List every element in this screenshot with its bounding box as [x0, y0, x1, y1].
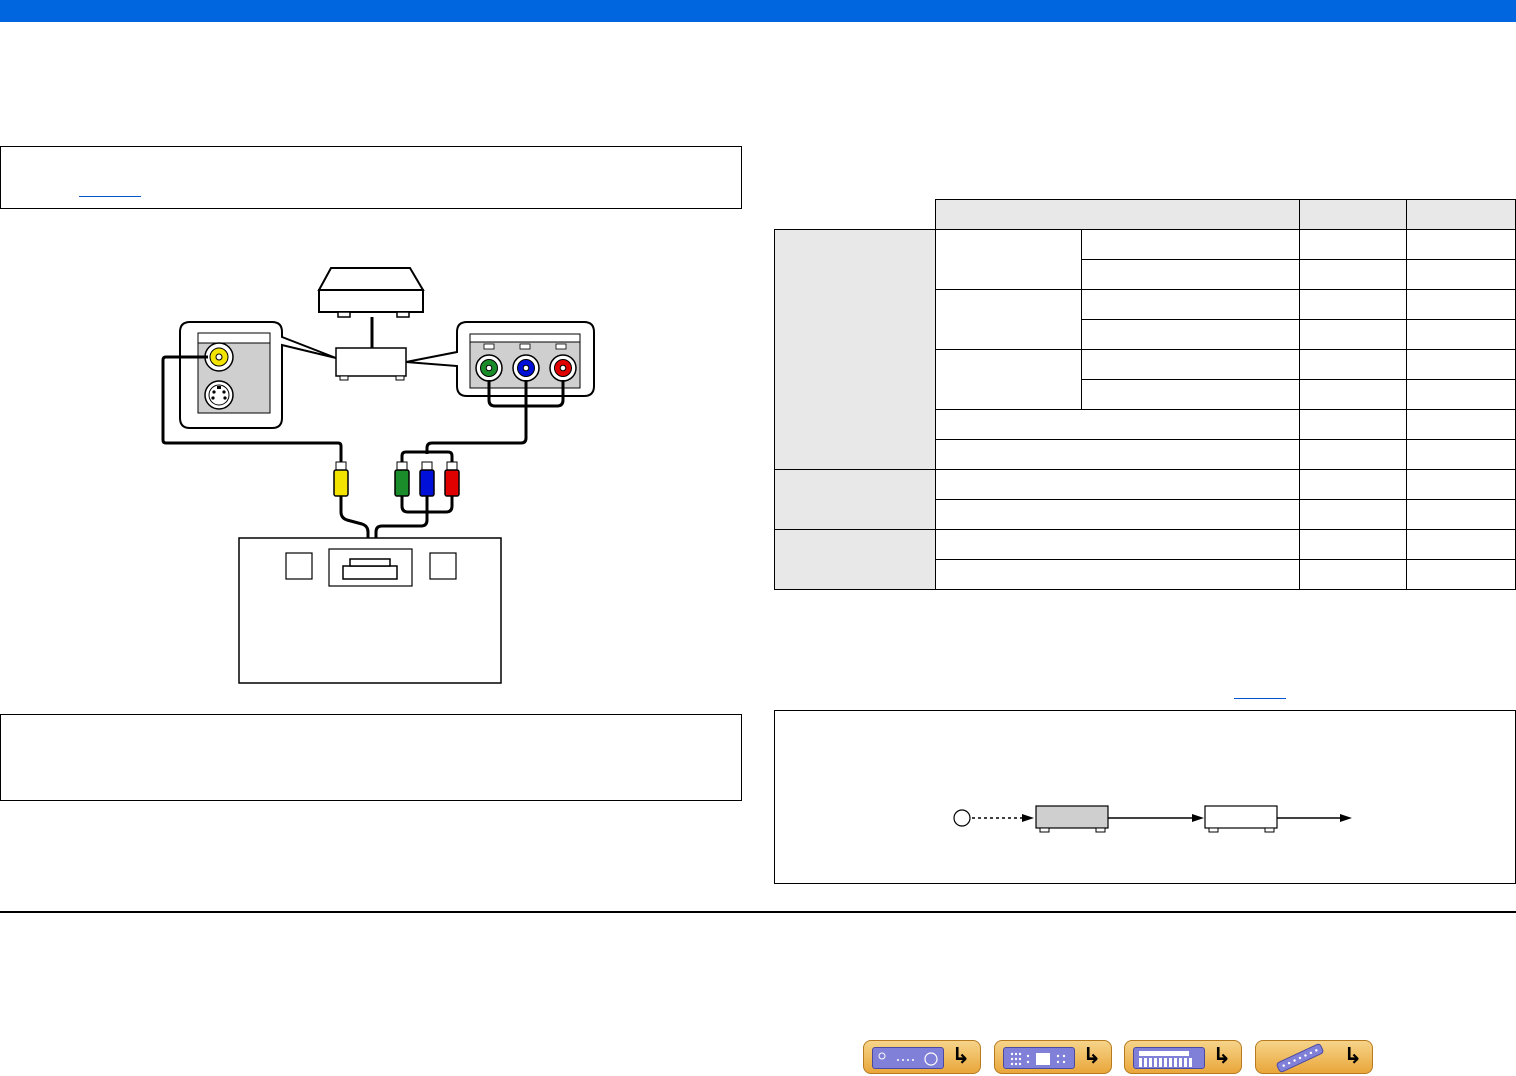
table-cell: [1406, 349, 1516, 380]
table-cell: [1299, 439, 1407, 470]
table-cell: [1299, 319, 1407, 350]
signal-flow-diagram: [953, 805, 1352, 833]
table-cell: [1406, 259, 1516, 290]
green-component-plug-icon: [394, 461, 410, 497]
component-output-callout: [405, 321, 595, 397]
table-cell: [1406, 289, 1516, 320]
table-cell: [935, 559, 1300, 590]
red-component-plug-icon: [444, 461, 460, 497]
table-row-group-header: [774, 529, 936, 590]
table-cell: [1081, 229, 1300, 260]
remote-control-icon: [1264, 1043, 1336, 1073]
top-header-bar: [0, 0, 1516, 22]
table-cell: [1299, 229, 1407, 260]
table-header-cell: [1299, 199, 1407, 230]
table-cell: [935, 439, 1300, 470]
table-row-group-header: [774, 469, 936, 530]
table-row: [774, 529, 1516, 590]
table-cell: [1081, 349, 1300, 380]
table-cell: [1299, 409, 1407, 440]
return-arrow-icon: ↳: [951, 1044, 970, 1069]
table-cell: [1406, 229, 1516, 260]
table-cell: [935, 529, 1300, 560]
table-header-cell: [935, 199, 1300, 230]
table-cell: [1299, 529, 1407, 560]
rear-panel-zoom-hub: [335, 347, 407, 381]
table-cell: [1081, 259, 1300, 290]
table-cell: [1299, 379, 1407, 410]
nav-button-receiver-front[interactable]: ↳: [863, 1040, 981, 1074]
nav-button-remote-control[interactable]: ↳: [1255, 1040, 1373, 1074]
table-row: [774, 469, 1516, 530]
table-cell: [1299, 349, 1407, 380]
signal-source-circle-icon: [953, 809, 971, 827]
table-cell: [1299, 289, 1407, 320]
return-arrow-icon: ↳: [1343, 1044, 1362, 1069]
table-cell: [1299, 499, 1407, 530]
table-cell: [1406, 409, 1516, 440]
data-table: [774, 199, 1516, 590]
table-cell: [1299, 559, 1407, 590]
table-cell: [1406, 559, 1516, 590]
receiver-rear-icon: [1003, 1047, 1075, 1069]
table-cell: [1081, 319, 1300, 350]
table-header-row: [775, 199, 1516, 230]
table-cell: [1406, 469, 1516, 500]
table-cell: [1406, 439, 1516, 470]
flow-device-gray-icon: [1035, 805, 1109, 833]
connection-diagram: [161, 267, 595, 684]
video-output-callout: [179, 321, 337, 429]
return-arrow-icon: ↳: [1212, 1044, 1231, 1069]
nav-button-menu-map[interactable]: ↳: [1124, 1040, 1242, 1074]
menu-map-icon: [1133, 1047, 1205, 1069]
receiver-front-icon: [872, 1047, 944, 1069]
table-cell: [1406, 499, 1516, 530]
blue-component-plug-icon: [419, 461, 435, 497]
red-rca-jack-icon: [549, 354, 577, 382]
flow-device-white-icon: [1204, 805, 1278, 833]
table-cell: [1081, 289, 1300, 320]
page-link-top-left[interactable]: [79, 182, 141, 197]
table-cell: [1081, 379, 1300, 410]
table-row: [774, 229, 1516, 470]
page-link-right[interactable]: [1234, 684, 1286, 699]
return-arrow-icon: ↳: [1082, 1044, 1101, 1069]
note-box-bottom-left: [0, 714, 742, 801]
footer-divider: [0, 911, 1516, 913]
blue-rca-jack-icon: [512, 354, 540, 382]
table-cell: [935, 499, 1300, 530]
note-box-right: [774, 710, 1516, 884]
table-cell: [1299, 259, 1407, 290]
table-cell: [1406, 529, 1516, 560]
table-cell: [1299, 469, 1407, 500]
table-cell: [935, 469, 1300, 500]
green-rca-jack-icon: [475, 354, 503, 382]
table-cell: [935, 289, 1082, 350]
note-box-top-left: [0, 146, 742, 209]
table-cell: [935, 409, 1300, 440]
video-source-device-icon: [317, 267, 425, 318]
nav-button-receiver-rear[interactable]: ↳: [994, 1040, 1112, 1074]
yellow-video-plug-icon: [333, 461, 349, 497]
table-cell: [1406, 379, 1516, 410]
table-header-cell: [1406, 199, 1516, 230]
table-corner-cell: [775, 200, 936, 230]
table-row-group-header: [774, 229, 936, 470]
yellow-rca-jack-icon: [204, 342, 234, 372]
table-cell: [1406, 319, 1516, 350]
table-cell: [935, 229, 1082, 290]
s-video-jack-icon: [204, 380, 234, 410]
receiver-rear-panel-icon: [238, 537, 502, 684]
table-cell: [935, 349, 1082, 410]
